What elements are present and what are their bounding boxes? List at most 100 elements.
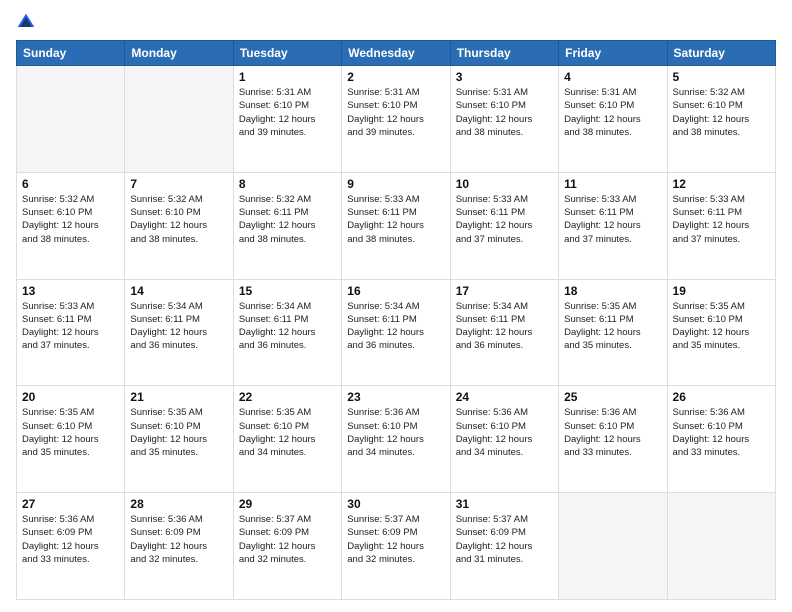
daylight-minutes: and 35 minutes. xyxy=(130,447,198,458)
daylight-label: Daylight: 12 hours xyxy=(673,114,750,125)
daylight-minutes: and 33 minutes. xyxy=(22,554,90,565)
sunrise-label: Sunrise: 5:32 AM xyxy=(22,194,94,205)
daylight-label: Daylight: 12 hours xyxy=(564,114,641,125)
sunset-label: Sunset: 6:10 PM xyxy=(673,100,743,111)
daylight-minutes: and 35 minutes. xyxy=(673,340,741,351)
sunrise-label: Sunrise: 5:35 AM xyxy=(130,407,202,418)
daylight-label: Daylight: 12 hours xyxy=(347,220,424,231)
daylight-minutes: and 37 minutes. xyxy=(673,234,741,245)
daylight-label: Daylight: 12 hours xyxy=(239,327,316,338)
daylight-minutes: and 37 minutes. xyxy=(564,234,632,245)
day-info: Sunrise: 5:31 AMSunset: 6:10 PMDaylight:… xyxy=(347,86,444,139)
calendar-cell: 3Sunrise: 5:31 AMSunset: 6:10 PMDaylight… xyxy=(450,66,558,173)
sunrise-label: Sunrise: 5:32 AM xyxy=(239,194,311,205)
day-info: Sunrise: 5:36 AMSunset: 6:10 PMDaylight:… xyxy=(673,406,770,459)
daylight-label: Daylight: 12 hours xyxy=(564,434,641,445)
calendar-cell: 29Sunrise: 5:37 AMSunset: 6:09 PMDayligh… xyxy=(233,493,341,600)
page: SundayMondayTuesdayWednesdayThursdayFrid… xyxy=(0,0,792,612)
sunset-label: Sunset: 6:10 PM xyxy=(347,100,417,111)
calendar-cell: 6 Sunrise: 5:32 AMSunset: 6:10 PMDaylight… xyxy=(17,172,125,279)
day-number: 17 xyxy=(456,284,553,298)
day-info: Sunrise: 5:32 AMSunset: 6:10 PMDaylight:… xyxy=(130,193,227,246)
sunset-label: Sunset: 6:10 PM xyxy=(564,100,634,111)
sunrise-label: Sunrise: 5:36 AM xyxy=(130,514,202,525)
day-info: Sunrise: 5:37 AMSunset: 6:09 PMDaylight:… xyxy=(456,513,553,566)
sunrise-label: Sunrise: 5:31 AM xyxy=(239,87,311,98)
day-info: Sunrise: 5:37 AMSunset: 6:09 PMDaylight:… xyxy=(347,513,444,566)
day-info: Sunrise: 5:35 AMSunset: 6:10 PMDaylight:… xyxy=(239,406,336,459)
day-number: 13 xyxy=(22,284,119,298)
calendar-cell xyxy=(17,66,125,173)
calendar-week-row: 27Sunrise: 5:36 AMSunset: 6:09 PMDayligh… xyxy=(17,493,776,600)
daylight-minutes: and 35 minutes. xyxy=(564,340,632,351)
daylight-minutes: and 34 minutes. xyxy=(456,447,524,458)
sunrise-label: Sunrise: 5:34 AM xyxy=(456,301,528,312)
day-number: 25 xyxy=(564,390,661,404)
day-info: Sunrise: 5:31 AMSunset: 6:10 PMDaylight:… xyxy=(239,86,336,139)
calendar-cell: 16Sunrise: 5:34 AMSunset: 6:11 PMDayligh… xyxy=(342,279,450,386)
day-number: 24 xyxy=(456,390,553,404)
sunrise-label: Sunrise: 5:31 AM xyxy=(564,87,636,98)
sunrise-label: Sunrise: 5:36 AM xyxy=(347,407,419,418)
sunrise-label: Sunrise: 5:31 AM xyxy=(347,87,419,98)
sunset-label: Sunset: 6:11 PM xyxy=(239,314,309,325)
sunrise-label: Sunrise: 5:32 AM xyxy=(673,87,745,98)
daylight-label: Daylight: 12 hours xyxy=(673,327,750,338)
calendar-cell: 18Sunrise: 5:35 AMSunset: 6:11 PMDayligh… xyxy=(559,279,667,386)
daylight-minutes: and 38 minutes. xyxy=(673,127,741,138)
sunset-label: Sunset: 6:11 PM xyxy=(456,314,526,325)
day-number: 6 xyxy=(22,177,119,191)
sunset-label: Sunset: 6:10 PM xyxy=(239,421,309,432)
sunset-label: Sunset: 6:10 PM xyxy=(130,207,200,218)
calendar-cell: 4 Sunrise: 5:31 AM Sunset: 6:10 PM Daylight… xyxy=(559,66,667,173)
day-info: Sunrise: 5:33 AMSunset: 6:11 PMDaylight:… xyxy=(564,193,661,246)
calendar-header-thursday: Thursday xyxy=(450,41,558,66)
day-number: 29 xyxy=(239,497,336,511)
day-number: 22 xyxy=(239,390,336,404)
calendar-cell: 5 Sunrise: 5:32 AM Sunset: 6:10 PM Daylight… xyxy=(667,66,775,173)
calendar-cell: 27Sunrise: 5:36 AMSunset: 6:09 PMDayligh… xyxy=(17,493,125,600)
day-number: 5 xyxy=(673,70,770,84)
day-info: Sunrise: 5:33 AMSunset: 6:11 PMDaylight:… xyxy=(347,193,444,246)
sunrise-label: Sunrise: 5:35 AM xyxy=(564,301,636,312)
day-info: Sunrise: 5:33 AMSunset: 6:11 PMDaylight:… xyxy=(456,193,553,246)
daylight-label: Daylight: 12 hours xyxy=(22,541,99,552)
sunset-label: Sunset: 6:10 PM xyxy=(347,421,417,432)
sunset-label: Sunset: 6:10 PM xyxy=(22,421,92,432)
logo-icon xyxy=(16,12,36,32)
daylight-minutes: and 34 minutes. xyxy=(239,447,307,458)
day-info: Sunrise: 5:32 AMSunset: 6:10 PMDaylight:… xyxy=(22,193,119,246)
calendar-cell: 9Sunrise: 5:33 AMSunset: 6:11 PMDaylight… xyxy=(342,172,450,279)
daylight-minutes: and 36 minutes. xyxy=(239,340,307,351)
daylight-label: Daylight: 12 hours xyxy=(673,220,750,231)
daylight-minutes: and 37 minutes. xyxy=(456,234,524,245)
calendar-cell: 15Sunrise: 5:34 AMSunset: 6:11 PMDayligh… xyxy=(233,279,341,386)
daylight-label: Daylight: 12 hours xyxy=(239,434,316,445)
daylight-label: Daylight: 12 hours xyxy=(239,114,316,125)
day-info: Sunrise: 5:36 AMSunset: 6:09 PMDaylight:… xyxy=(130,513,227,566)
sunrise-label: Sunrise: 5:36 AM xyxy=(456,407,528,418)
calendar-cell: 31Sunrise: 5:37 AMSunset: 6:09 PMDayligh… xyxy=(450,493,558,600)
day-number: 3 xyxy=(456,70,553,84)
sunset-label: Sunset: 6:11 PM xyxy=(130,314,200,325)
sunset-label: Sunset: 6:11 PM xyxy=(564,314,634,325)
day-info: Sunrise: 5:36 AMSunset: 6:10 PMDaylight:… xyxy=(456,406,553,459)
sunset-label: Sunset: 6:10 PM xyxy=(456,100,526,111)
calendar-week-row: 13Sunrise: 5:33 AMSunset: 6:11 PMDayligh… xyxy=(17,279,776,386)
daylight-minutes: and 33 minutes. xyxy=(564,447,632,458)
daylight-label: Daylight: 12 hours xyxy=(456,434,533,445)
sunset-label: Sunset: 6:11 PM xyxy=(347,207,417,218)
daylight-label: Daylight: 12 hours xyxy=(347,434,424,445)
calendar-table: SundayMondayTuesdayWednesdayThursdayFrid… xyxy=(16,40,776,600)
day-info: Sunrise: 5:33 AMSunset: 6:11 PMDaylight:… xyxy=(673,193,770,246)
calendar-cell: 21Sunrise: 5:35 AMSunset: 6:10 PMDayligh… xyxy=(125,386,233,493)
sunset-label: Sunset: 6:10 PM xyxy=(673,421,743,432)
daylight-minutes: and 36 minutes. xyxy=(130,340,198,351)
daylight-minutes: and 36 minutes. xyxy=(456,340,524,351)
day-number: 4 xyxy=(564,70,661,84)
day-info: Sunrise: 5:35 AMSunset: 6:10 PMDaylight:… xyxy=(22,406,119,459)
day-number: 23 xyxy=(347,390,444,404)
sunset-label: Sunset: 6:10 PM xyxy=(130,421,200,432)
day-info: Sunrise: 5:35 AMSunset: 6:10 PMDaylight:… xyxy=(673,300,770,353)
sunset-label: Sunset: 6:09 PM xyxy=(130,527,200,538)
